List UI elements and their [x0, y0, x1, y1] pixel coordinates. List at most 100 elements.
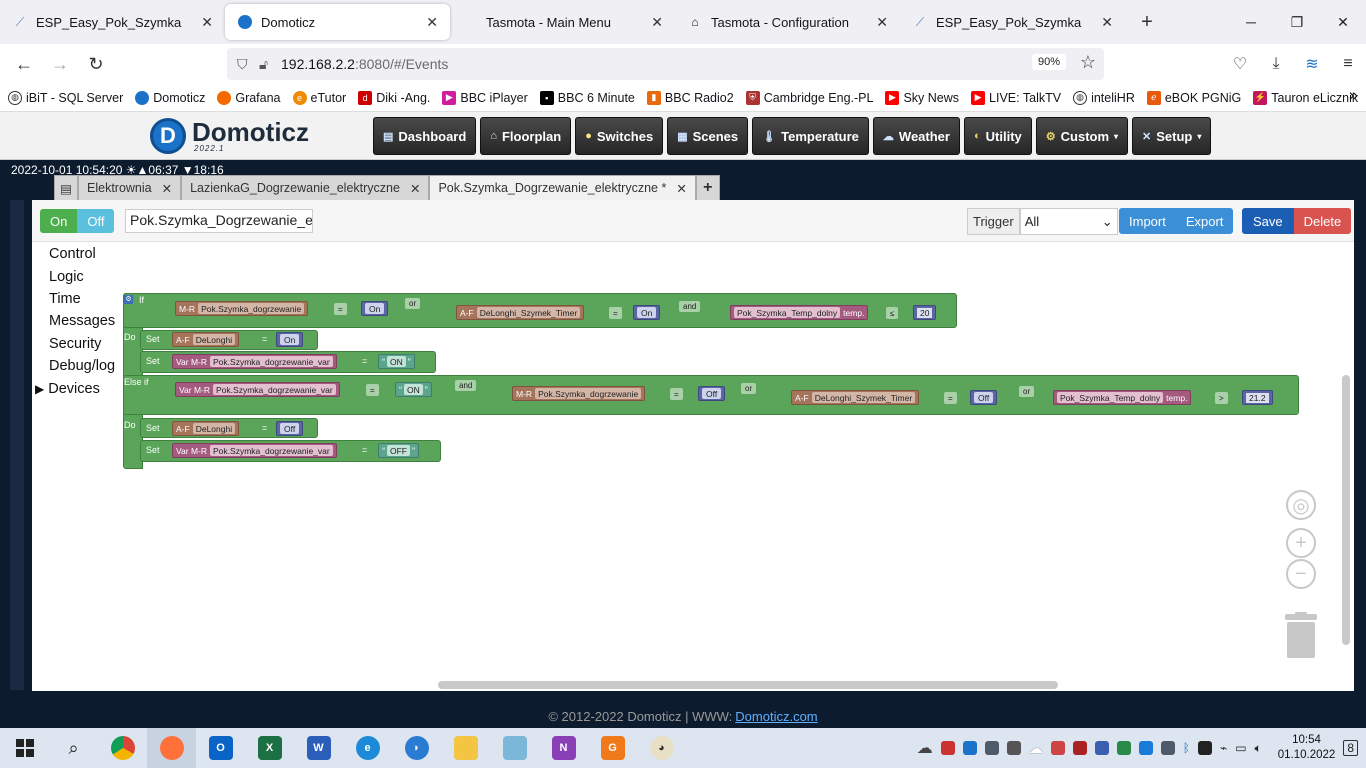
delete-button[interactable]: Delete [1293, 208, 1352, 234]
logic-operator[interactable]: or [405, 298, 421, 309]
device-block[interactable]: M-R Pok.Szymka_dogrzewanie [175, 301, 309, 316]
paint-icon[interactable]: ◕ [637, 728, 686, 768]
add-event-button[interactable]: + [695, 175, 720, 201]
bookmark[interactable]: e eTutor [292, 90, 346, 105]
compare-operator[interactable]: > [1215, 392, 1228, 404]
insecure-lock-icon[interactable]: 🔓︎ [259, 56, 281, 73]
events-list-icon[interactable]: ▤ [54, 175, 78, 201]
device-field[interactable]: DeLonghi_Szymek_Timer [476, 307, 581, 318]
category-time[interactable]: Time [49, 291, 81, 307]
tray-app-icon[interactable] [1050, 741, 1065, 755]
device-field[interactable]: DeLonghi_Szymek_Timer [811, 392, 916, 403]
state-value[interactable]: Off [276, 421, 304, 436]
recenter-icon[interactable]: ◎ [1286, 490, 1316, 520]
volume-icon[interactable]: 🔈︎ [1255, 741, 1262, 756]
close-tab-icon[interactable]: ✕ [426, 14, 438, 31]
string-value[interactable]: “ON” [395, 382, 432, 397]
vertical-scrollbar[interactable] [1342, 375, 1350, 645]
zoom-out-icon[interactable]: − [1286, 559, 1316, 589]
device-field[interactable]: DeLonghi [192, 423, 236, 434]
back-icon[interactable]: ← [6, 46, 42, 82]
logic-operator[interactable]: and [679, 301, 701, 312]
compare-operator[interactable]: ≤ [886, 307, 899, 319]
temp-device-block[interactable]: Pok_Szymka_Temp_dolny temp. [1053, 390, 1192, 405]
tray-app-icon[interactable] [984, 741, 999, 755]
search-icon[interactable]: ⌕ [49, 728, 98, 768]
zoom-in-icon[interactable]: + [1286, 528, 1316, 558]
device-block[interactable]: A-F DeLonghi [172, 332, 240, 347]
sync-icon[interactable]: ≋ [1294, 44, 1330, 84]
reload-icon[interactable]: ↻ [78, 46, 114, 82]
state-value[interactable]: Off [970, 390, 998, 405]
url-bar[interactable]: ⛉ 🔓︎ 192.168.2.2 :8080/#/Events 90% ☆ [227, 48, 1104, 80]
menu-utility[interactable]: ◐ Utility [963, 117, 1032, 155]
footer-link[interactable]: Domoticz.com [735, 709, 817, 724]
notepad-icon[interactable] [490, 728, 539, 768]
close-tab-icon[interactable]: ✕ [1101, 14, 1113, 31]
browser-tab[interactable]: ⌂ Tasmota - Configuration ✕ [675, 0, 900, 44]
bookmark[interactable]: ▶ Sky News [885, 90, 959, 105]
compare-operator[interactable]: = [944, 392, 957, 404]
variable-block[interactable]: Var M-R Pok.Szymka_dogrzewanie_var [175, 382, 340, 397]
start-icon[interactable] [0, 728, 49, 768]
firefox-icon[interactable] [147, 728, 196, 768]
string-value[interactable]: “ON” [378, 354, 415, 369]
close-tab-icon[interactable]: ✕ [201, 14, 213, 31]
tray-app-icon[interactable] [1138, 741, 1153, 755]
logic-operator[interactable]: or [741, 383, 757, 394]
close-tab-icon[interactable]: ✕ [651, 14, 663, 31]
device-block[interactable]: A-F DeLonghi_Szymek_Timer [456, 305, 585, 320]
menu-temperature[interactable]: 🌡︎ Temperature [752, 117, 869, 155]
trash-icon[interactable] [1283, 612, 1319, 660]
onenote-icon[interactable]: N [539, 728, 588, 768]
category-debug-log[interactable]: Debug/log [49, 358, 115, 374]
bookmark-star-icon[interactable]: ☆ [1080, 52, 1096, 73]
menu-custom[interactable]: ⚙ Custom ▾ [1035, 117, 1129, 155]
variable-field[interactable]: Pok.Szymka_dogrzewanie_var [213, 384, 336, 395]
menu-switches[interactable]: ● Switches [575, 117, 664, 155]
compare-operator[interactable]: = [334, 303, 347, 315]
trigger-select[interactable]: All ⌄ [1019, 208, 1118, 235]
variable-field[interactable]: Pok.Szymka_dogrzewanie_var [210, 356, 333, 367]
teams-icon[interactable]: ◗ [392, 728, 441, 768]
gear-icon[interactable]: ⚙ [124, 295, 133, 304]
tray-app-icon[interactable] [1006, 741, 1021, 755]
bookmark[interactable]: d Diki -Ang. [358, 90, 430, 105]
compare-operator[interactable]: = [366, 384, 379, 396]
display-icon[interactable]: ▭ [1235, 741, 1246, 755]
bookmark[interactable]: ℯ eBOK PGNiG [1146, 90, 1241, 105]
close-tab-icon[interactable]: ✕ [876, 14, 888, 31]
category-control[interactable]: Control [49, 246, 96, 262]
logic-operator[interactable]: or [1019, 386, 1035, 397]
category-logic[interactable]: Logic [49, 269, 84, 285]
browser-tab-active[interactable]: Domoticz ✕ [225, 4, 450, 40]
close-icon[interactable]: ✕ [162, 181, 172, 196]
security-icon[interactable] [1197, 741, 1212, 755]
network-icon[interactable]: ⌁ [1220, 741, 1227, 755]
bookmark[interactable]: ◍ inteliHR [1073, 90, 1135, 105]
device-field[interactable]: Pok_Szymka_Temp_dolny [1057, 392, 1164, 403]
bookmark[interactable]: ◍ iBiT - SQL Server [8, 90, 123, 105]
variable-block[interactable]: Var M-R Pok.Szymka_dogrzewanie_var [172, 443, 337, 458]
number-value[interactable]: 20 [913, 305, 937, 320]
off-button[interactable]: Off [77, 209, 115, 233]
compare-operator[interactable]: = [609, 307, 622, 319]
minimize-icon[interactable]: ─ [1228, 0, 1274, 44]
state-value[interactable]: On [276, 332, 304, 347]
taskbar-clock[interactable]: 10:54 01.10.2022 [1278, 733, 1336, 763]
bookmark[interactable]: ▪ BBC 6 Minute [539, 90, 635, 105]
downloads-icon[interactable]: ⤓ [1258, 44, 1294, 84]
temp-device-block[interactable]: Pok_Szymka_Temp_dolny temp. [730, 305, 869, 320]
state-value[interactable]: On [361, 301, 389, 316]
chrome-icon[interactable] [98, 728, 147, 768]
menu-setup[interactable]: ✕ Setup ▾ [1132, 117, 1212, 155]
blockly-workspace[interactable]: ⚙ If M-R Pok.Szymka_dogrzewanie = On or A… [123, 242, 1354, 691]
pdf-icon[interactable]: G [588, 728, 637, 768]
number-value[interactable]: 21.2 [1242, 390, 1273, 405]
compare-operator[interactable]: = [670, 388, 683, 400]
bookmark[interactable]: ⚡ Tauron eLicznik [1253, 90, 1358, 105]
bookmark[interactable]: ▮ BBC Radio2 [646, 90, 734, 105]
browser-tab[interactable]: ⟋ ESP_Easy_Pok_Szymka ✕ [900, 0, 1125, 44]
menu-weather[interactable]: ☁ Weather [872, 117, 960, 155]
logic-operator[interactable]: and [455, 380, 477, 391]
